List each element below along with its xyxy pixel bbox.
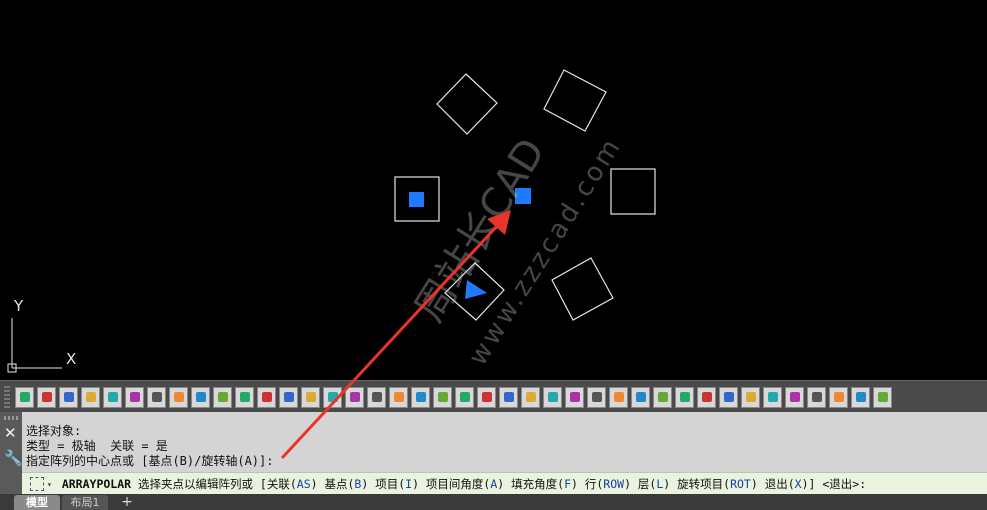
arrow-overlay (280, 210, 511, 460)
annotation-arrow-line (280, 223, 500, 460)
